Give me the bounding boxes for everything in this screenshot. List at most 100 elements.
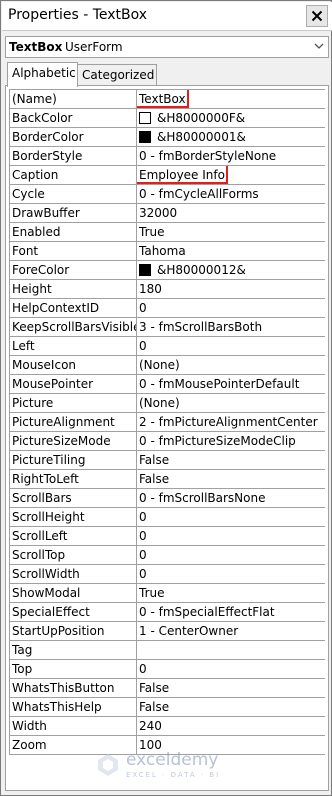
property-value[interactable]: 0 - fmSpecialEffectFlat xyxy=(137,603,325,621)
property-name[interactable]: Left xyxy=(10,337,137,355)
property-value[interactable]: 2 - fmPictureAlignmentCenter xyxy=(137,413,325,431)
property-row[interactable]: MousePointer 0 - fmMousePointerDefault xyxy=(10,375,325,394)
property-value[interactable]: 0 xyxy=(137,527,325,545)
property-name[interactable]: BackColor xyxy=(10,109,137,127)
property-value[interactable]: &H8000000F& xyxy=(137,109,325,127)
property-row[interactable]: DrawBuffer 32000 xyxy=(10,204,325,223)
property-value[interactable]: TextBox xyxy=(137,90,325,108)
property-name[interactable]: StartUpPosition xyxy=(10,622,137,640)
property-value[interactable]: 0 xyxy=(137,508,325,526)
property-name[interactable]: PictureAlignment xyxy=(10,413,137,431)
close-button[interactable] xyxy=(306,5,328,27)
property-value[interactable]: False xyxy=(137,470,325,488)
property-name[interactable]: Font xyxy=(10,242,137,260)
object-selector-dropdown[interactable]: TextBox UserForm xyxy=(5,36,329,58)
property-row[interactable]: Height 180 xyxy=(10,280,325,299)
property-name[interactable]: Cycle xyxy=(10,185,137,203)
property-row[interactable]: BackColor &H8000000F& xyxy=(10,109,325,128)
property-name[interactable]: ScrollWidth xyxy=(10,565,137,583)
property-name[interactable]: ScrollTop xyxy=(10,546,137,564)
property-row[interactable]: Cycle 0 - fmCycleAllForms xyxy=(10,185,325,204)
property-name[interactable]: WhatsThisButton xyxy=(10,679,137,697)
property-value[interactable]: 240 xyxy=(137,717,325,735)
property-row[interactable]: Tag xyxy=(10,641,325,660)
property-name[interactable]: MouseIcon xyxy=(10,356,137,374)
property-name[interactable]: SpecialEffect xyxy=(10,603,137,621)
property-row[interactable]: ScrollBars 0 - fmScrollBarsNone xyxy=(10,489,325,508)
property-value[interactable]: Tahoma xyxy=(137,242,325,260)
property-value[interactable]: 0 xyxy=(137,660,325,678)
property-name[interactable]: WhatsThisHelp xyxy=(10,698,137,716)
property-name[interactable]: ForeColor xyxy=(10,261,137,279)
property-value[interactable]: Employee Info xyxy=(137,166,325,184)
property-row[interactable]: WhatsThisButton False xyxy=(10,679,325,698)
property-value[interactable]: 180 xyxy=(137,280,325,298)
property-name[interactable]: Enabled xyxy=(10,223,137,241)
property-name[interactable]: Top xyxy=(10,660,137,678)
property-value[interactable]: (None) xyxy=(137,394,325,412)
property-name[interactable]: MousePointer xyxy=(10,375,137,393)
property-name[interactable]: (Name) xyxy=(10,90,137,108)
property-value[interactable]: True xyxy=(137,584,325,602)
property-row[interactable]: KeepScrollBarsVisible 3 - fmScrollBarsBot… xyxy=(10,318,325,337)
property-row[interactable]: Font Tahoma xyxy=(10,242,325,261)
property-value[interactable]: 0 xyxy=(137,337,325,355)
property-name[interactable]: KeepScrollBarsVisible xyxy=(10,318,137,336)
property-row[interactable]: MouseIcon (None) xyxy=(10,356,325,375)
property-row[interactable]: PictureTiling False xyxy=(10,451,325,470)
property-row[interactable]: RightToLeft False xyxy=(10,470,325,489)
property-name[interactable]: ScrollLeft xyxy=(10,527,137,545)
property-name[interactable]: Tag xyxy=(10,641,137,659)
property-row[interactable]: BorderStyle 0 - fmBorderStyleNone xyxy=(10,147,325,166)
property-row[interactable]: HelpContextID 0 xyxy=(10,299,325,318)
property-row[interactable]: ForeColor &H80000012& xyxy=(10,261,325,280)
property-name[interactable]: ScrollHeight xyxy=(10,508,137,526)
property-value[interactable]: 3 - fmScrollBarsBoth xyxy=(137,318,325,336)
property-row[interactable]: ScrollTop 0 xyxy=(10,546,325,565)
property-value[interactable]: (None) xyxy=(137,356,325,374)
property-row[interactable]: Enabled True xyxy=(10,223,325,242)
property-row[interactable]: (Name) TextBox xyxy=(10,90,325,109)
tab-categorized[interactable]: Categorized xyxy=(78,64,157,86)
title-bar[interactable]: Properties - TextBox xyxy=(2,2,332,31)
tab-alphabetic[interactable]: Alphabetic xyxy=(7,62,78,87)
property-row[interactable]: WhatsThisHelp False xyxy=(10,698,325,717)
property-row[interactable]: BorderColor &H80000001& xyxy=(10,128,325,147)
property-value[interactable]: True xyxy=(137,223,325,241)
property-value[interactable]: &H80000001& xyxy=(137,128,325,146)
property-name[interactable]: RightToLeft xyxy=(10,470,137,488)
property-name[interactable]: Height xyxy=(10,280,137,298)
property-value[interactable]: 0 xyxy=(137,299,325,317)
property-row[interactable]: Caption Employee Info xyxy=(10,166,325,185)
property-name[interactable]: BorderStyle xyxy=(10,147,137,165)
property-row[interactable]: ScrollHeight 0 xyxy=(10,508,325,527)
property-row[interactable]: PictureSizeMode 0 - fmPictureSizeModeClip xyxy=(10,432,325,451)
property-value[interactable]: 0 xyxy=(137,565,325,583)
property-name[interactable]: Picture xyxy=(10,394,137,412)
property-value[interactable]: False xyxy=(137,698,325,716)
property-name[interactable]: PictureTiling xyxy=(10,451,137,469)
property-row[interactable]: ScrollWidth 0 xyxy=(10,565,325,584)
property-value[interactable]: 0 xyxy=(137,546,325,564)
property-name[interactable]: BorderColor xyxy=(10,128,137,146)
property-row[interactable]: Picture (None) xyxy=(10,394,325,413)
property-row[interactable]: Width 240 xyxy=(10,717,325,736)
property-row[interactable]: ShowModal True xyxy=(10,584,325,603)
property-row[interactable]: Left 0 xyxy=(10,337,325,356)
property-row[interactable]: ScrollLeft 0 xyxy=(10,527,325,546)
property-value[interactable]: 32000 xyxy=(137,204,325,222)
property-value[interactable]: False xyxy=(137,451,325,469)
property-name[interactable]: ShowModal xyxy=(10,584,137,602)
property-row[interactable]: StartUpPosition 1 - CenterOwner xyxy=(10,622,325,641)
property-name[interactable]: ScrollBars xyxy=(10,489,137,507)
property-row[interactable]: SpecialEffect 0 - fmSpecialEffectFlat xyxy=(10,603,325,622)
property-name[interactable]: Caption xyxy=(10,166,137,184)
property-row[interactable]: PictureAlignment 2 - fmPictureAlignmentCe… xyxy=(10,413,325,432)
property-value[interactable]: &H80000012& xyxy=(137,261,325,279)
property-name[interactable]: PictureSizeMode xyxy=(10,432,137,450)
property-name[interactable]: Width xyxy=(10,717,137,735)
property-value[interactable]: 0 - fmMousePointerDefault xyxy=(137,375,325,393)
property-value[interactable]: False xyxy=(137,679,325,697)
property-name[interactable]: DrawBuffer xyxy=(10,204,137,222)
property-value[interactable]: 0 - fmPictureSizeModeClip xyxy=(137,432,325,450)
